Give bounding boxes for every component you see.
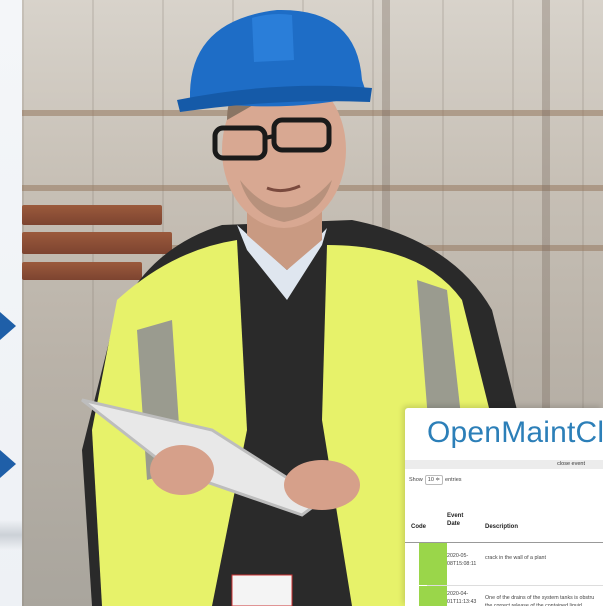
event-date-cell: 2020-04-01T11:13:43 bbox=[447, 591, 477, 605]
column-header-code[interactable]: Code bbox=[411, 524, 426, 530]
openmaint-panel: OpenMaintClos close event Show 10 ≑ entr… bbox=[405, 408, 603, 606]
status-cell bbox=[419, 586, 447, 606]
table-header: Code Event Date Description bbox=[405, 500, 603, 543]
description-cell: crack in the wall of a plant bbox=[485, 555, 546, 561]
row-divider bbox=[427, 585, 603, 586]
entries-select[interactable]: 10 ≑ bbox=[424, 475, 444, 485]
status-cell bbox=[419, 543, 447, 585]
column-header-event-date[interactable]: Event Date bbox=[447, 512, 469, 528]
column-header-description[interactable]: Description bbox=[485, 524, 518, 530]
event-date-cell: 2020-05-08T15:08:11 bbox=[447, 553, 477, 567]
entries-label: entries bbox=[445, 477, 462, 483]
panel-header-bar: close event bbox=[405, 460, 603, 469]
arrow-right-icon bbox=[0, 450, 16, 478]
panel-title: OpenMaintClos bbox=[427, 416, 603, 449]
left-margin bbox=[0, 0, 22, 606]
close-event-button[interactable]: close event bbox=[557, 460, 585, 469]
arrow-right-icon bbox=[0, 312, 16, 340]
show-entries-row: Show 10 ≑ entries bbox=[409, 475, 462, 485]
show-label: Show bbox=[409, 477, 423, 483]
decorative-fade bbox=[0, 520, 22, 550]
description-cell: One of the drains of the system tanks is… bbox=[485, 595, 595, 606]
